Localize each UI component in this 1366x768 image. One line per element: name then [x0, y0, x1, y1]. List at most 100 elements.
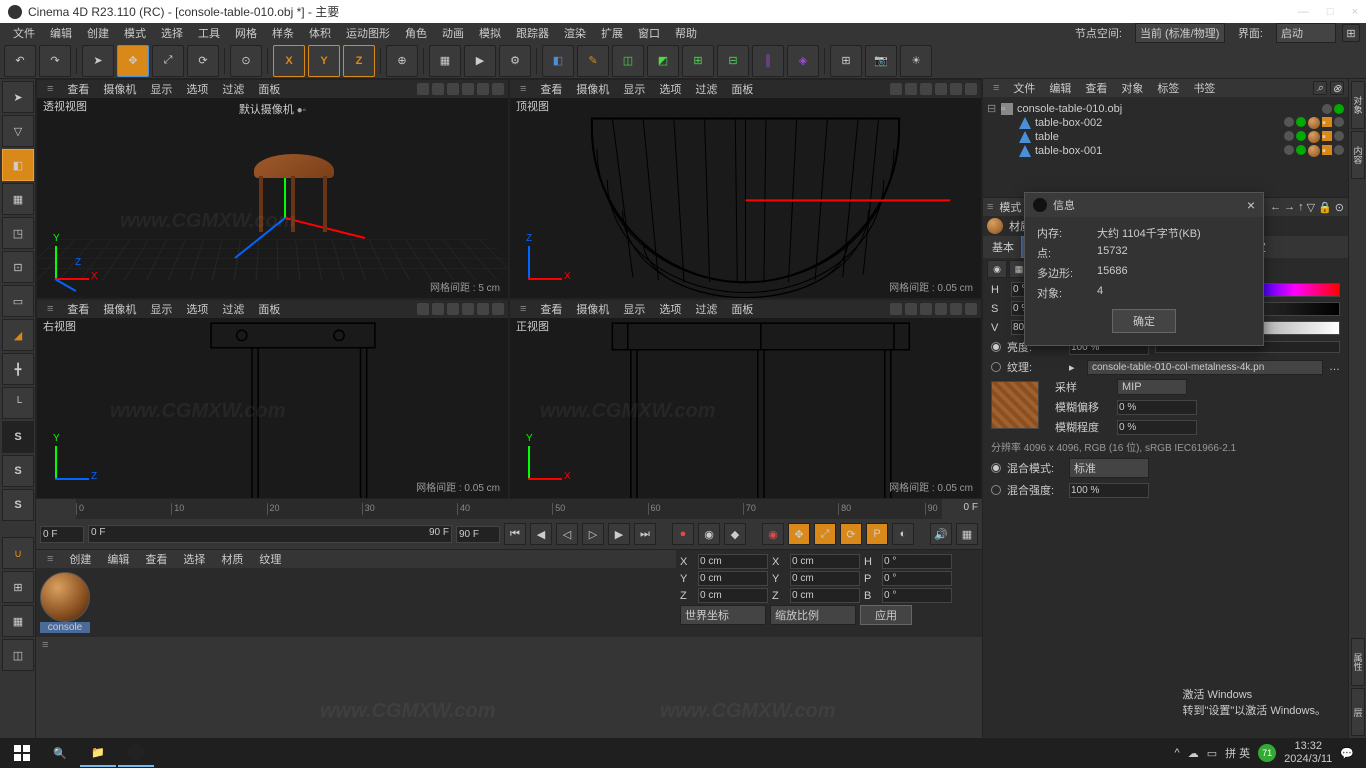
size-y[interactable]: 0 cm — [790, 571, 860, 586]
scale-tool[interactable]: ⤢ — [152, 45, 184, 77]
material-preview[interactable] — [40, 572, 90, 622]
obj-tab[interactable]: 对象 — [1351, 81, 1365, 129]
record[interactable]: ● — [672, 523, 694, 545]
coord-world[interactable]: 世界坐标 — [680, 605, 766, 625]
cube-primitive[interactable]: ◧ — [542, 45, 574, 77]
apply-button[interactable]: 应用 — [860, 605, 912, 625]
magnet[interactable]: ∪ — [2, 537, 34, 569]
timeline-slider[interactable]: 0 F90 F — [88, 525, 452, 543]
recent-tool[interactable]: ⊙ — [230, 45, 262, 77]
menu-render[interactable]: 渲染 — [557, 23, 593, 43]
menu-window[interactable]: 窗口 — [631, 23, 667, 43]
render-settings[interactable]: ⚙ — [499, 45, 531, 77]
floor[interactable]: ⊞ — [830, 45, 862, 77]
tree-item[interactable]: table-box-002▪ — [987, 116, 1344, 130]
move-tool[interactable]: ✥ — [117, 45, 149, 77]
frame-start[interactable]: 0 F — [40, 526, 84, 543]
grid-snap[interactable]: ▦ — [2, 605, 34, 637]
blendmode-select[interactable]: 标准 — [1069, 458, 1149, 478]
info-ok-button[interactable]: 确定 — [1112, 309, 1176, 333]
layout-select[interactable]: 启动 — [1276, 23, 1336, 43]
viewport-front[interactable]: ≡查看摄像机显示选项过滤面板 正视图 Y X 网格间距 : 0.05 cm — [509, 299, 982, 499]
menu-file[interactable]: 文件 — [6, 23, 42, 43]
viewport-perspective[interactable]: ≡ 查看 摄像机 显示 选项 过滤 面板 透视视图 默认摄像机 ●◦ — [36, 79, 509, 299]
tree-item[interactable]: table-box-001▪ — [987, 144, 1344, 158]
viewport-right[interactable]: ≡查看摄像机显示选项过滤面板 右视图 Y Z 网格间距 : 0.05 cm — [36, 299, 509, 499]
workplane[interactable]: ◳ — [2, 217, 34, 249]
menu-tracker[interactable]: 跟踪器 — [509, 23, 556, 43]
rot-p[interactable]: 0 ° — [882, 571, 952, 586]
select-tool[interactable]: ➤ — [82, 45, 114, 77]
close-button[interactable]: × — [1352, 6, 1358, 18]
texture-file[interactable]: console-table-010-col-metalness-4k.pn — [1087, 360, 1323, 375]
prev-key[interactable]: ◀ — [530, 523, 552, 545]
vp-display[interactable]: 显示 — [144, 80, 178, 98]
field[interactable]: ║ — [752, 45, 784, 77]
vp-options[interactable]: 选项 — [180, 80, 214, 98]
key-sel[interactable]: ◉ — [762, 523, 784, 545]
align[interactable]: ◫ — [2, 639, 34, 671]
search-button[interactable]: 🔍 — [42, 739, 78, 767]
sound[interactable]: 🔊 — [930, 523, 952, 545]
extrude[interactable]: ◩ — [647, 45, 679, 77]
sampling-select[interactable]: MIP — [1117, 379, 1187, 395]
key-rot[interactable]: ⟳ — [840, 523, 862, 545]
c4d-taskbar[interactable] — [118, 739, 154, 767]
axis-mode[interactable]: ╋ — [2, 353, 34, 385]
snap-s2[interactable]: S — [2, 455, 34, 487]
size-z[interactable]: 0 cm — [790, 588, 860, 603]
tray-cloud-icon[interactable]: ☁ — [1188, 747, 1199, 760]
array[interactable]: ⊞ — [682, 45, 714, 77]
edge-mode[interactable]: ▭ — [2, 285, 34, 317]
texture-radio[interactable] — [991, 362, 1001, 372]
tree-root[interactable]: ⊟▫console-table-010.obj — [987, 101, 1344, 116]
nodespace-select[interactable]: 当前 (标准/物理) — [1135, 23, 1225, 43]
texture-thumbnail[interactable] — [991, 381, 1039, 429]
tray-clock[interactable]: 13:322024/3/11 — [1284, 740, 1332, 766]
tab-basic[interactable]: 基本 — [985, 236, 1021, 258]
menu-mograph[interactable]: 运动图形 — [339, 23, 397, 43]
coord-scale[interactable]: 缩放比例 — [770, 605, 856, 625]
color-wheel-icon[interactable]: ◉ — [987, 260, 1007, 278]
light[interactable]: ☀ — [900, 45, 932, 77]
vp-panel[interactable]: 面板 — [252, 80, 286, 98]
key-scale[interactable]: ⤢ — [814, 523, 836, 545]
blend-radio[interactable] — [991, 463, 1001, 473]
instance[interactable]: ⊟ — [717, 45, 749, 77]
menu-simulate[interactable]: 模拟 — [472, 23, 508, 43]
menu-select[interactable]: 选择 — [154, 23, 190, 43]
attr-tab[interactable]: 属性 — [1351, 638, 1365, 686]
redo-button[interactable]: ↷ — [39, 45, 71, 77]
menu-tools[interactable]: 工具 — [191, 23, 227, 43]
undo-button[interactable]: ↶ — [4, 45, 36, 77]
axis-y[interactable]: Y — [308, 45, 340, 77]
frame-end[interactable]: 90 F — [456, 526, 500, 543]
key-pla[interactable]: ◐ — [892, 523, 914, 545]
subdivision[interactable]: ◫ — [612, 45, 644, 77]
pen-tool[interactable]: ✎ — [577, 45, 609, 77]
render-pv[interactable]: ▶ — [464, 45, 496, 77]
play-forward[interactable]: ▷ — [582, 523, 604, 545]
rot-h[interactable]: 0 ° — [882, 554, 952, 569]
snap-s[interactable]: S — [2, 421, 34, 453]
material-name[interactable]: console — [40, 622, 90, 633]
bluroffset-input[interactable]: 0 % — [1117, 400, 1197, 415]
live-select[interactable]: ➤ — [2, 81, 34, 113]
keyframe[interactable]: ◆ — [724, 523, 746, 545]
polygon-mode[interactable]: ◢ — [2, 319, 34, 351]
point-mode[interactable]: ⊡ — [2, 251, 34, 283]
film[interactable]: ▦ — [956, 523, 978, 545]
blendstr-radio[interactable] — [991, 485, 1001, 495]
autokey[interactable]: ◉ — [698, 523, 720, 545]
texture-mode[interactable]: ▦ — [2, 183, 34, 215]
pos-y[interactable]: 0 cm — [698, 571, 768, 586]
maximize-button[interactable]: □ — [1327, 6, 1334, 18]
tray-notification-icon[interactable]: 💬 — [1340, 747, 1354, 760]
menu-mode[interactable]: 模式 — [117, 23, 153, 43]
blurscale-input[interactable]: 0 % — [1117, 420, 1197, 435]
content-tab[interactable]: 内容 — [1351, 131, 1365, 179]
goto-end[interactable]: ⏭ — [634, 523, 656, 545]
menu-spline[interactable]: 样条 — [265, 23, 301, 43]
menu-animate[interactable]: 动画 — [435, 23, 471, 43]
tray-ime[interactable]: 拼 英 — [1225, 745, 1250, 761]
